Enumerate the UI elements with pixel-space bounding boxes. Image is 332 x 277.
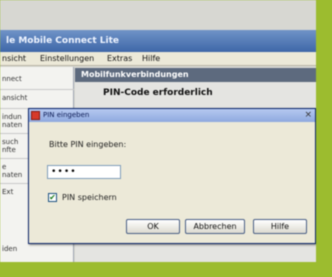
sidebar-item-bottom[interactable]: iden <box>2 245 17 253</box>
cancel-button[interactable]: Abbrechen <box>185 219 245 234</box>
dialog-titlebar[interactable]: PIN eingeben × <box>29 109 315 122</box>
save-pin-checkbox[interactable]: ✔ <box>48 193 57 202</box>
pin-prompt-label: Bitte PIN eingeben: <box>49 140 127 149</box>
window-title: le Mobile Connect Lite <box>0 30 316 52</box>
close-icon[interactable]: × <box>304 109 312 122</box>
app-icon <box>31 111 40 120</box>
sidebar-item-connections[interactable]: indun naten <box>2 113 22 129</box>
ok-button[interactable]: OK <box>126 219 180 234</box>
dialog-title: PIN eingeben <box>43 111 90 119</box>
menu-item-extras[interactable]: Extras <box>107 52 132 66</box>
pin-dialog: PIN eingeben × Bitte PIN eingeben: •••• … <box>28 108 316 244</box>
sidebar-item-search[interactable]: such nfte <box>2 138 18 154</box>
menu-bar: nsicht Einstellungen Extras Hilfe <box>0 52 316 66</box>
screen: le Mobile Connect Lite nsicht Einstellun… <box>0 0 316 262</box>
panel-header: Mobilfunkverbindungen <box>75 68 316 82</box>
sidebar-item-data[interactable]: e naten <box>2 163 22 179</box>
help-button[interactable]: Hilfe <box>253 219 307 234</box>
sidebar-item-connect[interactable]: nnect <box>2 75 22 83</box>
sidebar-item-ext[interactable]: Ext <box>2 188 13 196</box>
menu-item-help[interactable]: Hilfe <box>142 52 160 66</box>
save-pin-label[interactable]: PIN speichern <box>62 193 117 202</box>
pin-input[interactable]: •••• <box>47 165 121 179</box>
sidebar-item-view[interactable]: ansicht <box>2 94 27 102</box>
menu-item-settings[interactable]: Einstellungen <box>40 52 94 66</box>
menu-item-view[interactable]: nsicht <box>2 52 26 66</box>
panel-subtitle: PIN-Code erforderlich <box>103 88 213 98</box>
